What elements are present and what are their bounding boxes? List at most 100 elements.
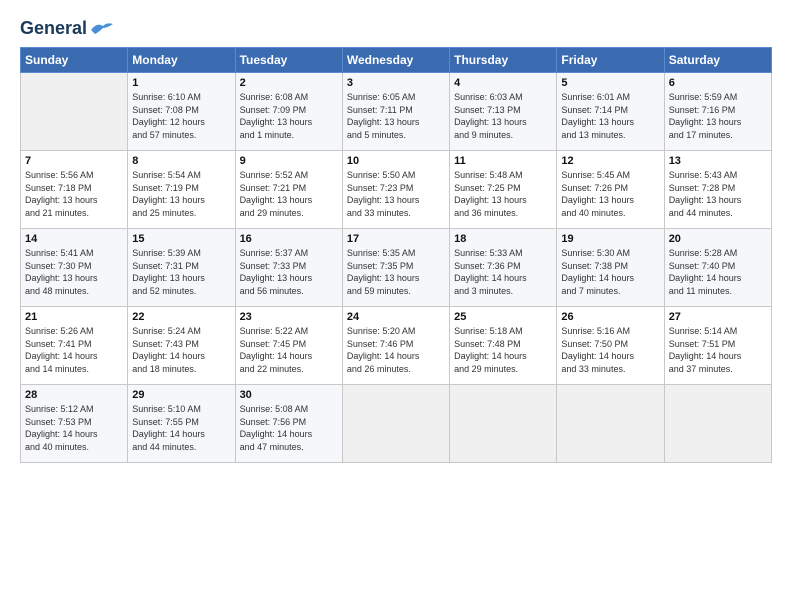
- header-cell-friday: Friday: [557, 48, 664, 73]
- day-info: Sunrise: 5:10 AM Sunset: 7:55 PM Dayligh…: [132, 403, 230, 453]
- calendar-cell: 3 Sunrise: 6:05 AM Sunset: 7:11 PM Daylig…: [342, 73, 449, 151]
- day-number: 8: [132, 155, 230, 167]
- day-number: 16: [240, 233, 338, 245]
- day-number: 27: [669, 311, 767, 323]
- calendar-cell: 14 Sunrise: 5:41 AM Sunset: 7:30 PM Dayli…: [21, 229, 128, 307]
- day-number: 15: [132, 233, 230, 245]
- day-number: 13: [669, 155, 767, 167]
- day-number: 9: [240, 155, 338, 167]
- week-row-0: 1Sunrise: 6:10 AM Sunset: 7:08 PM Daylig…: [21, 73, 772, 151]
- calendar-cell: 25Sunrise: 5:18 AM Sunset: 7:48 PM Dayli…: [450, 307, 557, 385]
- day-number: 5: [561, 77, 659, 89]
- calendar-cell: 19 Sunrise: 5:30 AM Sunset: 7:38 PM Dayli…: [557, 229, 664, 307]
- calendar-cell: 16 Sunrise: 5:37 AM Sunset: 7:33 PM Dayli…: [235, 229, 342, 307]
- day-number: 1: [132, 77, 230, 89]
- day-info: Sunrise: 5:37 AM Sunset: 7:33 PM Dayligh…: [240, 247, 338, 297]
- header-cell-sunday: Sunday: [21, 48, 128, 73]
- day-info: Sunrise: 5:48 AM Sunset: 7:25 PM Dayligh…: [454, 169, 552, 219]
- day-info: Sunrise: 5:30 AM Sunset: 7:38 PM Dayligh…: [561, 247, 659, 297]
- calendar-cell: 1Sunrise: 6:10 AM Sunset: 7:08 PM Daylig…: [128, 73, 235, 151]
- week-row-1: 7 Sunrise: 5:56 AM Sunset: 7:18 PM Daylig…: [21, 151, 772, 229]
- day-info: Sunrise: 6:03 AM Sunset: 7:13 PM Dayligh…: [454, 91, 552, 141]
- calendar-cell: [450, 385, 557, 463]
- calendar-cell: 30 Sunrise: 5:08 AM Sunset: 7:56 PM Dayli…: [235, 385, 342, 463]
- calendar-cell: 26 Sunrise: 5:16 AM Sunset: 7:50 PM Dayli…: [557, 307, 664, 385]
- day-info: Sunrise: 5:24 AM Sunset: 7:43 PM Dayligh…: [132, 325, 230, 375]
- header-cell-thursday: Thursday: [450, 48, 557, 73]
- calendar-cell: 11 Sunrise: 5:48 AM Sunset: 7:25 PM Dayli…: [450, 151, 557, 229]
- day-number: 29: [132, 389, 230, 401]
- calendar-cell: 24Sunrise: 5:20 AM Sunset: 7:46 PM Dayli…: [342, 307, 449, 385]
- day-number: 14: [25, 233, 123, 245]
- day-info: Sunrise: 5:18 AM Sunset: 7:48 PM Dayligh…: [454, 325, 552, 375]
- calendar-cell: 2Sunrise: 6:08 AM Sunset: 7:09 PM Daylig…: [235, 73, 342, 151]
- day-number: 23: [240, 311, 338, 323]
- day-info: Sunrise: 5:41 AM Sunset: 7:30 PM Dayligh…: [25, 247, 123, 297]
- day-info: Sunrise: 5:14 AM Sunset: 7:51 PM Dayligh…: [669, 325, 767, 375]
- day-info: Sunrise: 5:08 AM Sunset: 7:56 PM Dayligh…: [240, 403, 338, 453]
- day-info: Sunrise: 6:01 AM Sunset: 7:14 PM Dayligh…: [561, 91, 659, 141]
- calendar-cell: 27 Sunrise: 5:14 AM Sunset: 7:51 PM Dayli…: [664, 307, 771, 385]
- header-row: SundayMondayTuesdayWednesdayThursdayFrid…: [21, 48, 772, 73]
- day-number: 20: [669, 233, 767, 245]
- day-info: Sunrise: 5:28 AM Sunset: 7:40 PM Dayligh…: [669, 247, 767, 297]
- header: General: [20, 18, 772, 35]
- day-number: 6: [669, 77, 767, 89]
- day-number: 26: [561, 311, 659, 323]
- header-cell-tuesday: Tuesday: [235, 48, 342, 73]
- day-number: 21: [25, 311, 123, 323]
- calendar-cell: 5 Sunrise: 6:01 AM Sunset: 7:14 PM Daylig…: [557, 73, 664, 151]
- calendar-cell: 23Sunrise: 5:22 AM Sunset: 7:45 PM Dayli…: [235, 307, 342, 385]
- calendar-cell: 28 Sunrise: 5:12 AM Sunset: 7:53 PM Dayli…: [21, 385, 128, 463]
- header-cell-saturday: Saturday: [664, 48, 771, 73]
- logo-general-text: General: [20, 18, 87, 39]
- header-cell-monday: Monday: [128, 48, 235, 73]
- day-number: 22: [132, 311, 230, 323]
- day-info: Sunrise: 5:26 AM Sunset: 7:41 PM Dayligh…: [25, 325, 123, 375]
- calendar-cell: 7 Sunrise: 5:56 AM Sunset: 7:18 PM Daylig…: [21, 151, 128, 229]
- calendar-cell: 21 Sunrise: 5:26 AM Sunset: 7:41 PM Dayli…: [21, 307, 128, 385]
- day-number: 3: [347, 77, 445, 89]
- day-info: Sunrise: 5:43 AM Sunset: 7:28 PM Dayligh…: [669, 169, 767, 219]
- calendar-cell: [664, 385, 771, 463]
- day-info: Sunrise: 5:50 AM Sunset: 7:23 PM Dayligh…: [347, 169, 445, 219]
- day-number: 7: [25, 155, 123, 167]
- day-number: 30: [240, 389, 338, 401]
- calendar-cell: 13 Sunrise: 5:43 AM Sunset: 7:28 PM Dayli…: [664, 151, 771, 229]
- day-info: Sunrise: 5:12 AM Sunset: 7:53 PM Dayligh…: [25, 403, 123, 453]
- day-info: Sunrise: 5:33 AM Sunset: 7:36 PM Dayligh…: [454, 247, 552, 297]
- day-info: Sunrise: 5:39 AM Sunset: 7:31 PM Dayligh…: [132, 247, 230, 297]
- calendar-cell: 12 Sunrise: 5:45 AM Sunset: 7:26 PM Dayli…: [557, 151, 664, 229]
- calendar-cell: 8Sunrise: 5:54 AM Sunset: 7:19 PM Daylig…: [128, 151, 235, 229]
- page: General SundayMondayTuesdayWednesdayThur…: [0, 0, 792, 473]
- calendar-cell: 6 Sunrise: 5:59 AM Sunset: 7:16 PM Daylig…: [664, 73, 771, 151]
- calendar-cell: [342, 385, 449, 463]
- calendar-cell: 17 Sunrise: 5:35 AM Sunset: 7:35 PM Dayli…: [342, 229, 449, 307]
- day-info: Sunrise: 5:16 AM Sunset: 7:50 PM Dayligh…: [561, 325, 659, 375]
- day-info: Sunrise: 5:45 AM Sunset: 7:26 PM Dayligh…: [561, 169, 659, 219]
- calendar-cell: 15 Sunrise: 5:39 AM Sunset: 7:31 PM Dayli…: [128, 229, 235, 307]
- calendar-cell: 29 Sunrise: 5:10 AM Sunset: 7:55 PM Dayli…: [128, 385, 235, 463]
- day-number: 17: [347, 233, 445, 245]
- calendar-cell: 20 Sunrise: 5:28 AM Sunset: 7:40 PM Dayli…: [664, 229, 771, 307]
- week-row-3: 21 Sunrise: 5:26 AM Sunset: 7:41 PM Dayli…: [21, 307, 772, 385]
- day-info: Sunrise: 5:59 AM Sunset: 7:16 PM Dayligh…: [669, 91, 767, 141]
- day-info: Sunrise: 5:35 AM Sunset: 7:35 PM Dayligh…: [347, 247, 445, 297]
- day-number: 11: [454, 155, 552, 167]
- calendar-cell: 10 Sunrise: 5:50 AM Sunset: 7:23 PM Dayli…: [342, 151, 449, 229]
- day-info: Sunrise: 6:05 AM Sunset: 7:11 PM Dayligh…: [347, 91, 445, 141]
- calendar-cell: [21, 73, 128, 151]
- week-row-4: 28 Sunrise: 5:12 AM Sunset: 7:53 PM Dayli…: [21, 385, 772, 463]
- day-info: Sunrise: 5:56 AM Sunset: 7:18 PM Dayligh…: [25, 169, 123, 219]
- day-number: 12: [561, 155, 659, 167]
- day-info: Sunrise: 5:52 AM Sunset: 7:21 PM Dayligh…: [240, 169, 338, 219]
- day-number: 2: [240, 77, 338, 89]
- day-number: 28: [25, 389, 123, 401]
- day-number: 19: [561, 233, 659, 245]
- day-number: 24: [347, 311, 445, 323]
- day-number: 10: [347, 155, 445, 167]
- week-row-2: 14 Sunrise: 5:41 AM Sunset: 7:30 PM Dayli…: [21, 229, 772, 307]
- day-number: 4: [454, 77, 552, 89]
- calendar-cell: 18Sunrise: 5:33 AM Sunset: 7:36 PM Dayli…: [450, 229, 557, 307]
- logo-bird-icon: [89, 20, 115, 38]
